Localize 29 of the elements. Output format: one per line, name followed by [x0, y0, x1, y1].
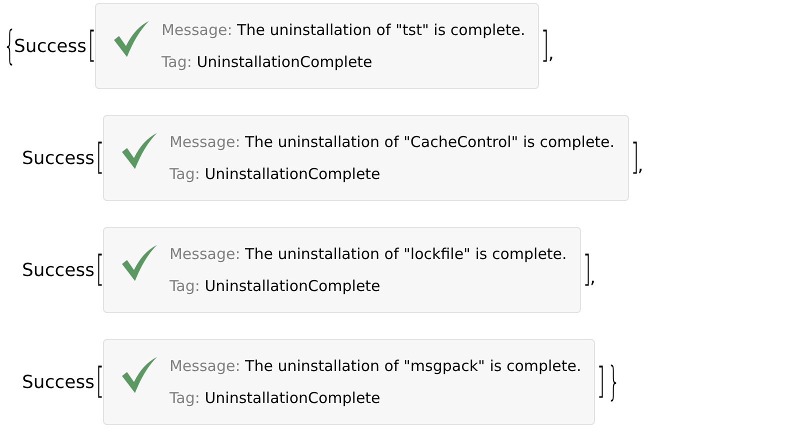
open-bracket: [ — [96, 140, 102, 176]
comma: , — [548, 42, 554, 64]
close-brace: } — [608, 362, 615, 402]
open-bracket: [ — [88, 28, 94, 64]
success-label: Success — [14, 36, 86, 56]
tag-line: Tag: UninstallationComplete — [169, 388, 382, 409]
open-bracket: [ — [96, 364, 102, 400]
success-label: Success — [22, 372, 94, 392]
message-line: Message: The uninstallation of "CacheControl" is complete. — [169, 132, 615, 153]
checkmark-icon — [120, 132, 158, 170]
tag-line: Tag: UninstallationComplete — [169, 276, 382, 297]
message-line: Message: The uninstallation of "msgpack" is complete. — [169, 356, 582, 377]
checkmark-icon — [120, 356, 158, 394]
success-label: Success — [22, 260, 94, 280]
comma: , — [638, 154, 644, 176]
open-bracket: [ — [96, 252, 102, 288]
close-bracket: ] — [597, 364, 602, 400]
close-bracket: ] — [630, 140, 636, 176]
tag-line: Tag: UninstallationComplete — [169, 164, 382, 185]
checkmark-icon — [112, 20, 150, 58]
message-line: Message: The uninstallation of "lockfile" is complete. — [169, 244, 567, 265]
comma: , — [590, 266, 596, 288]
tag-line: Tag: UninstallationComplete — [161, 52, 374, 73]
close-bracket: ] — [582, 252, 588, 288]
close-bracket: ] — [541, 28, 546, 64]
checkmark-icon — [120, 244, 158, 282]
message-line: Message: The uninstallation of "tst" is complete. — [161, 20, 526, 41]
success-label: Success — [22, 148, 94, 168]
open-brace: { — [4, 26, 10, 66]
